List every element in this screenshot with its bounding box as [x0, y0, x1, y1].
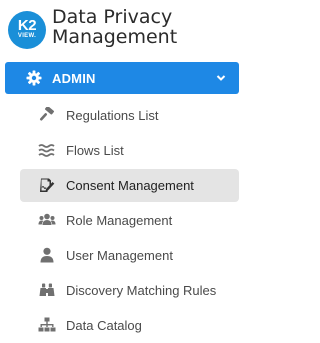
nav-item-label: Data Catalog	[66, 318, 142, 333]
app-title-line1: Data Privacy	[52, 6, 173, 28]
logo-view-text: VIEW.	[17, 33, 37, 39]
nav-item-flows-list[interactable]: Flows List	[20, 134, 239, 167]
nav-item-discovery-matching-rules[interactable]: Discovery Matching Rules	[20, 274, 239, 307]
nav-item-role-management[interactable]: Role Management	[20, 204, 239, 237]
nav-item-regulations-list[interactable]: Regulations List	[20, 99, 239, 132]
user-icon	[40, 247, 54, 263]
app-title: Data Privacy Management	[52, 7, 177, 47]
binoculars-icon	[39, 283, 55, 296]
nav-item-label: Discovery Matching Rules	[66, 283, 217, 298]
admin-label: ADMIN	[52, 71, 96, 86]
nav-item-label: Flows List	[66, 143, 124, 158]
nav-item-label: Role Management	[66, 213, 173, 228]
nav-item-data-catalog[interactable]: Data Catalog	[20, 309, 239, 342]
waves-icon	[38, 144, 55, 157]
sitemap-icon	[38, 317, 56, 332]
admin-section-toggle[interactable]: ADMIN	[5, 62, 239, 94]
k2view-logo: K2 VIEW.	[8, 11, 46, 49]
nav-item-label: Regulations List	[66, 108, 159, 123]
app-title-line2: Management	[52, 26, 178, 48]
nav-item-user-management[interactable]: User Management	[20, 239, 239, 272]
gavel-icon	[39, 107, 54, 121]
signature-icon	[40, 178, 55, 192]
gear-icon	[26, 70, 42, 86]
logo-k2-text: K2	[17, 17, 37, 34]
chevron-down-icon	[216, 75, 226, 81]
users-icon	[38, 213, 56, 225]
nav-item-label: Consent Management	[66, 178, 194, 193]
nav-item-label: User Management	[66, 248, 173, 263]
brand-header: K2 VIEW. Data Privacy Management	[0, 0, 246, 60]
nav-item-consent-management[interactable]: Consent Management	[20, 169, 239, 202]
